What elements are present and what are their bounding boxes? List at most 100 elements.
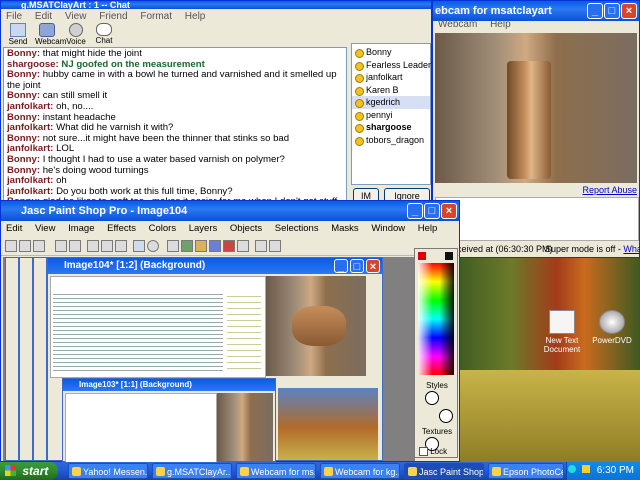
chat-message-sender: Bonny: (7, 132, 41, 144)
clock[interactable]: 6:30 PM (597, 465, 634, 476)
psp-menu-view[interactable]: View (30, 223, 60, 234)
psp-menu-objects[interactable]: Objects (225, 223, 267, 234)
open-file-icon[interactable] (19, 240, 31, 252)
lock-label: Lock (430, 447, 448, 456)
task-yahoo-messenger[interactable]: Yahoo! Messen... (68, 463, 148, 479)
image104-document[interactable]: Image104* [1:2] (Background) _ □ × Image… (47, 257, 383, 463)
psp-menu-layers[interactable]: Layers (184, 223, 223, 234)
cut-icon[interactable] (87, 240, 99, 252)
styles-circle-icon[interactable] (425, 391, 439, 405)
save-icon[interactable] (33, 240, 45, 252)
psp-minimize-button[interactable]: _ (407, 203, 423, 219)
task-webcam-msatclayart[interactable]: Webcam for ms... (236, 463, 316, 479)
buddy-item[interactable]: kgedrich (352, 96, 430, 109)
chat-menu-help[interactable]: Help (180, 11, 211, 22)
psp-menu-image[interactable]: Image (63, 223, 99, 234)
voice-button[interactable]: Voice (65, 23, 87, 46)
tool-c-icon[interactable] (195, 240, 207, 252)
chat-message-log[interactable]: Bonny: that might hide the joint shargoos… (3, 47, 347, 205)
image103-title-bar[interactable]: Image103* [1:1] (Background) (63, 379, 275, 391)
task-webcam-kgedrich[interactable]: Webcam for kg... (320, 463, 400, 479)
canvas-clay-piece (292, 306, 346, 346)
doc-minimize-button[interactable]: _ (334, 259, 348, 273)
image104-title-bar[interactable]: Image104* [1:2] (Background) _ □ × (48, 258, 382, 274)
chat-button[interactable]: Chat (93, 23, 115, 45)
psp-menu-masks[interactable]: Masks (326, 223, 363, 234)
buddy-item[interactable]: janfolkart (352, 71, 430, 84)
psp-maximize-button[interactable]: □ (424, 203, 440, 219)
undo-icon[interactable] (55, 240, 67, 252)
psp-menu-effects[interactable]: Effects (102, 223, 141, 234)
psp-close-button[interactable]: × (441, 203, 457, 219)
tool-f-icon[interactable] (237, 240, 249, 252)
chat-message-text: I thought I had to use a water based var… (42, 153, 285, 165)
image103-title: Image103* [1:1] (Background) (79, 380, 192, 389)
chat-title-bar[interactable]: g.MSATClayArt : 1 -- Chat (1, 1, 431, 9)
doc-close-button[interactable]: × (366, 259, 380, 273)
buddy-item[interactable]: tobors_dragon (352, 134, 430, 147)
tool-d-icon[interactable] (209, 240, 221, 252)
stop-icon[interactable] (147, 240, 159, 252)
powerdvd-icon (599, 310, 625, 334)
chat-message-text: Do you both work at this full time, Bonn… (56, 185, 233, 197)
chat-menu-file[interactable]: File (1, 11, 27, 22)
chat-message-sender: Bonny: (7, 164, 41, 176)
chat-message-sender: janfolkart: (7, 185, 54, 197)
buddy-item[interactable]: Bonny (352, 46, 430, 59)
psp-menu-window[interactable]: Window (366, 223, 410, 234)
buddy-item[interactable]: Karen B (352, 84, 430, 97)
start-button[interactable]: start (0, 462, 58, 480)
tray-messenger-icon[interactable] (581, 465, 590, 473)
webcam-button[interactable]: Webcam (35, 23, 66, 46)
color-spectrum[interactable] (418, 263, 454, 375)
canvas-webcam-capture (266, 276, 366, 376)
background-swatch[interactable] (445, 252, 453, 260)
copy-icon[interactable] (101, 240, 113, 252)
whats-this-link[interactable]: What's this? (623, 244, 640, 254)
doc-maximize-button[interactable]: □ (350, 259, 364, 273)
browse-icon[interactable] (133, 240, 145, 252)
voice-label: Voice (66, 37, 86, 46)
foreground-swatch[interactable] (418, 252, 426, 260)
canvas-wallpaper-capture (278, 388, 378, 460)
webcam-menu-help[interactable]: Help (485, 19, 516, 30)
tool-a-icon[interactable] (167, 240, 179, 252)
chat-menu-friend[interactable]: Friend (94, 11, 132, 22)
image104-title: Image104* [1:2] (Background) (64, 260, 206, 271)
desktop-icon-powerdvd[interactable]: PowerDVD (592, 310, 632, 345)
chat-message-text: can still smell it (42, 90, 108, 102)
chat-menu-format[interactable]: Format (135, 11, 177, 22)
webcam-menu-webcam[interactable]: Webcam (433, 19, 482, 30)
psp-menu-help[interactable]: Help (413, 223, 443, 234)
desktop-icon-label: New Text Document (543, 336, 581, 354)
buddy-item[interactable]: shargoose (352, 121, 430, 134)
styles-circle-icon-2[interactable] (439, 409, 453, 423)
chat-message-sender: Bonny: (7, 90, 41, 102)
chat-menu-edit[interactable]: Edit (30, 11, 57, 22)
desktop-icon-new-text-document[interactable]: New Text Document (541, 310, 583, 354)
tool-b-icon[interactable] (181, 240, 193, 252)
tool-e-icon[interactable] (223, 240, 235, 252)
task-chat-room[interactable]: g.MSATClayAr... (152, 463, 232, 479)
tray-network-icon[interactable] (568, 465, 577, 473)
windows-logo-icon (5, 465, 16, 476)
psp-menu-colors[interactable]: Colors (144, 223, 181, 234)
task-epson-photocenter[interactable]: Epson PhotoCe... (488, 463, 564, 479)
psp-menu-selections[interactable]: Selections (270, 223, 324, 234)
psp-title-bar[interactable]: Jasc Paint Shop Pro - Image104 _ □ × (1, 201, 459, 221)
report-abuse-link[interactable]: Report Abuse (582, 185, 637, 195)
new-file-icon[interactable] (5, 240, 17, 252)
lock-checkbox[interactable]: Lock (419, 447, 448, 457)
help-icon[interactable] (269, 240, 281, 252)
psp-menu-edit[interactable]: Edit (1, 223, 27, 234)
buddy-item[interactable]: pennyi (352, 109, 430, 122)
textures-label: Textures (421, 427, 453, 436)
image103-document[interactable]: Image103* [1:1] (Background) (62, 378, 276, 463)
redo-icon[interactable] (69, 240, 81, 252)
paste-icon[interactable] (115, 240, 127, 252)
buddy-item[interactable]: Fearless Leader (352, 59, 431, 72)
tool-g-icon[interactable] (255, 240, 267, 252)
chat-buddy-list[interactable]: Bonny Fearless Leader janfolkart Karen Bkge… (351, 43, 431, 185)
task-paint-shop-pro[interactable]: Jasc Paint Shop... (404, 463, 484, 479)
chat-menu-view[interactable]: View (60, 11, 92, 22)
